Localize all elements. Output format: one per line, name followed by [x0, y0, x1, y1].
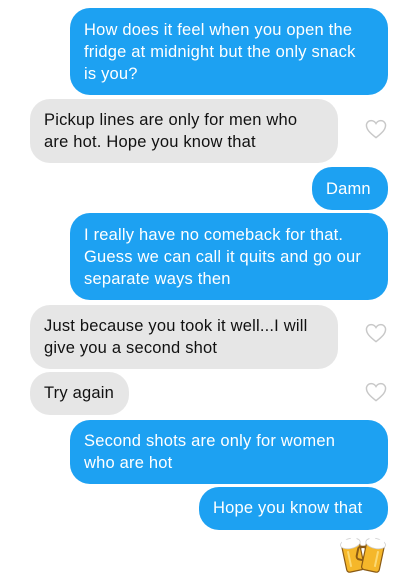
- heart-outline-icon[interactable]: [365, 119, 387, 139]
- message-bubble-received[interactable]: Pickup lines are only for men who are ho…: [30, 99, 338, 163]
- message-bubble-received[interactable]: Just because you took it well...I will g…: [30, 305, 338, 369]
- message-bubble-sent[interactable]: Hope you know that: [199, 487, 388, 530]
- clinking-beer-mugs-icon: [340, 534, 386, 574]
- heart-outline-icon[interactable]: [365, 323, 387, 343]
- message-bubble-sent[interactable]: Second shots are only for women who are …: [70, 420, 388, 484]
- message-bubble-sent[interactable]: Damn: [312, 167, 388, 210]
- message-bubble-sent[interactable]: I really have no comeback for that. Gues…: [70, 213, 388, 300]
- message-bubble-received[interactable]: Try again: [30, 372, 129, 415]
- message-bubble-sent[interactable]: How does it feel when you open the fridg…: [70, 8, 388, 95]
- heart-outline-icon[interactable]: [365, 382, 387, 402]
